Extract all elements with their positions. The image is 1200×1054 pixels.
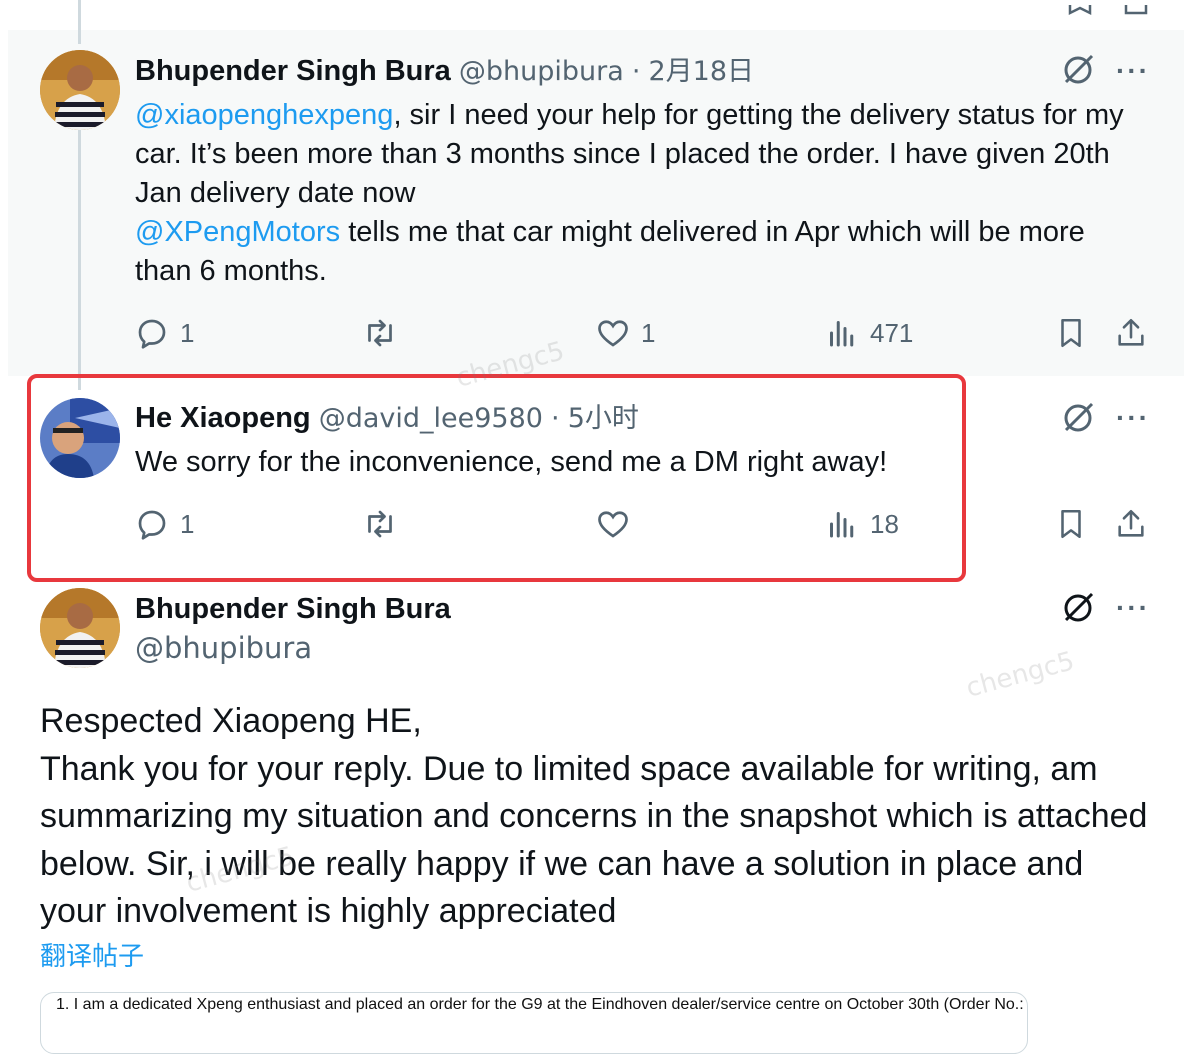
reply-button[interactable]: 1	[134, 315, 194, 351]
bookmark-icon[interactable]	[1066, 0, 1094, 23]
like-button[interactable]: 1	[595, 315, 655, 351]
tweet-header-handle: @bhupibura	[135, 630, 312, 667]
bookmark-button[interactable]	[1054, 507, 1088, 541]
grok-icon[interactable]	[1060, 400, 1096, 436]
display-name[interactable]: Bhupender Singh Bura	[135, 593, 451, 625]
more-icon[interactable]: ···	[1116, 55, 1150, 87]
mention-link[interactable]: @XPengMotors	[135, 216, 340, 248]
tweet-header: Bhupender Singh Bura @bhupibura · 2月18日	[135, 53, 754, 90]
thread-line	[78, 130, 81, 390]
reply-icon	[138, 319, 166, 349]
thread-line	[78, 0, 81, 44]
bookmark-icon	[1061, 509, 1081, 539]
share-button[interactable]	[1114, 316, 1148, 350]
views-icon	[830, 321, 854, 347]
tweet-line: Thank you for your reply. Due to limited…	[40, 749, 1148, 931]
mention-link[interactable]: @xiaopenghexpeng	[135, 99, 393, 131]
reply-count: 1	[180, 317, 195, 348]
bookmark-button[interactable]	[1054, 316, 1088, 350]
translate-link[interactable]: 翻译帖子	[40, 936, 144, 973]
view-count: 471	[870, 317, 914, 348]
more-icon[interactable]: ···	[1116, 402, 1150, 434]
grok-icon[interactable]	[1060, 52, 1096, 88]
tweet-main-text: Respected Xiaopeng HE, Thank you for you…	[40, 698, 1150, 936]
tweet-line: Respected Xiaopeng HE,	[40, 702, 422, 740]
views-button[interactable]: 471	[824, 315, 913, 351]
share-button[interactable]	[1114, 507, 1148, 541]
avatar[interactable]	[40, 588, 120, 668]
more-icon[interactable]: ···	[1116, 592, 1150, 624]
tweet-header: Bhupender Singh Bura	[135, 591, 451, 627]
user-handle[interactable]: @bhupibura	[459, 56, 624, 87]
share-icon	[1118, 318, 1144, 346]
highlight-box	[27, 374, 966, 582]
attached-image-text: 1. I am a dedicated Xpeng enthusiast and…	[56, 996, 1024, 1013]
bookmark-icon	[1061, 318, 1081, 348]
avatar[interactable]	[40, 50, 120, 130]
watermark: chengc5	[963, 646, 1078, 704]
display-name[interactable]: Bhupender Singh Bura	[135, 55, 451, 87]
grok-icon[interactable]	[1060, 590, 1096, 626]
like-count: 1	[641, 317, 656, 348]
retweet-icon	[368, 319, 392, 347]
top-strip	[8, 0, 1184, 30]
heart-icon	[598, 320, 628, 347]
tweet-text: @xiaopenghexpeng, sir I need your help f…	[135, 96, 1135, 291]
timestamp[interactable]: 2月18日	[648, 56, 754, 87]
share-icon	[1118, 509, 1144, 537]
user-handle[interactable]: @bhupibura	[135, 631, 312, 665]
share-icon[interactable]	[1122, 0, 1150, 23]
retweet-button[interactable]	[362, 315, 398, 351]
separator: ·	[631, 56, 641, 87]
